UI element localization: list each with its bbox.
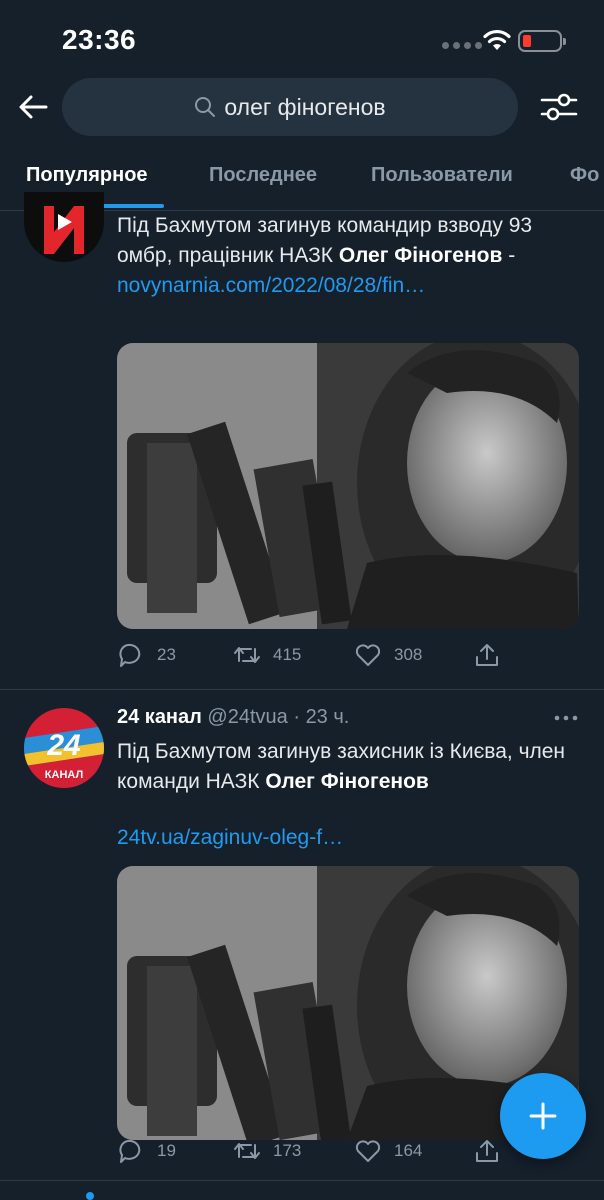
retweet-button[interactable]: 173 <box>233 1137 301 1165</box>
status-bar: 23:36 <box>0 0 604 80</box>
24-kanal-logo: 24 КАНАЛ <box>24 726 104 781</box>
retweet-count: 415 <box>273 645 302 664</box>
retweet-count: 173 <box>273 1141 302 1160</box>
battery-icon <box>518 30 566 52</box>
tweet-text-highlight: Олег Фіногенов <box>338 244 503 267</box>
back-arrow-icon[interactable] <box>16 90 50 124</box>
retweet-icon <box>234 1143 260 1159</box>
tweet-text-highlight: Олег Фіногенов <box>265 770 429 793</box>
share-icon <box>476 644 498 666</box>
retweet-icon <box>234 647 260 663</box>
like-button[interactable]: 164 <box>354 1137 422 1165</box>
reply-button[interactable]: 23 <box>117 641 176 669</box>
compose-tweet-button[interactable] <box>500 1073 586 1159</box>
search-input[interactable]: олег фіногенов <box>62 78 518 136</box>
search-query: олег фіногенов <box>224 93 386 120</box>
search-icon <box>195 97 216 117</box>
author-handle[interactable]: @24tvua <box>207 706 287 728</box>
heart-icon <box>355 644 381 666</box>
retweet-button[interactable]: 415 <box>233 641 301 669</box>
wifi-icon <box>483 29 511 50</box>
logo-number: 24 <box>46 729 81 762</box>
reply-icon <box>119 1139 141 1163</box>
tab-popular[interactable]: Популярное <box>26 164 148 187</box>
more-options-icon[interactable] <box>553 708 579 728</box>
share-icon <box>476 1140 498 1162</box>
author-name[interactable]: 24 канал <box>117 706 202 728</box>
status-time: 23:36 <box>62 24 137 55</box>
filter-settings-icon[interactable] <box>540 90 578 124</box>
header-dot: · <box>293 706 300 728</box>
avatar-24-kanal[interactable]: 24 КАНАЛ <box>24 708 104 788</box>
tweet-text-separator: - <box>502 244 516 267</box>
tweet-actions: 23 415 308 <box>117 641 587 673</box>
tweet-link-line: 24tv.ua/zaginuv-oleg-f… <box>117 823 587 853</box>
share-button[interactable] <box>473 1137 501 1165</box>
reply-icon <box>119 643 141 667</box>
tweet-photo[interactable] <box>117 343 579 629</box>
reply-button[interactable]: 19 <box>117 1137 176 1165</box>
reply-count: 19 <box>157 1141 176 1160</box>
tweet-link[interactable]: 24tv.ua/zaginuv-oleg-f… <box>117 826 343 849</box>
tweet-divider <box>0 1180 604 1181</box>
heart-icon <box>355 1140 381 1162</box>
tweet-text: Під Бахмутом загинув захисник із Києва, … <box>117 737 587 797</box>
like-button[interactable]: 308 <box>354 641 422 669</box>
tweet-divider <box>0 689 604 690</box>
avatar-novynarnia[interactable] <box>24 192 104 262</box>
tab-latest[interactable]: Последнее <box>209 164 317 187</box>
new-content-indicator <box>86 1192 94 1200</box>
share-button[interactable] <box>473 641 501 669</box>
tweet-time: 23 ч. <box>305 706 350 728</box>
reply-count: 23 <box>157 645 176 664</box>
tweet-text: Під Бахмутом загинув командир взводу 93 … <box>117 211 587 301</box>
tab-photos[interactable]: Фо <box>570 164 599 187</box>
search-header: олег фіногенов <box>0 76 604 140</box>
like-count: 164 <box>394 1141 423 1160</box>
logo-caption: КАНАЛ <box>45 769 83 781</box>
tab-users[interactable]: Пользователи <box>371 164 513 187</box>
photo-soldier-portrait <box>117 343 579 629</box>
tweet-link[interactable]: novynarnia.com/2022/08/28/fin… <box>117 274 425 297</box>
tweet-header: 24 канал @24tvua · 23 ч. <box>117 706 587 736</box>
plus-icon <box>529 1102 557 1130</box>
like-count: 308 <box>394 645 423 664</box>
cellular-signal-icon <box>442 42 482 49</box>
